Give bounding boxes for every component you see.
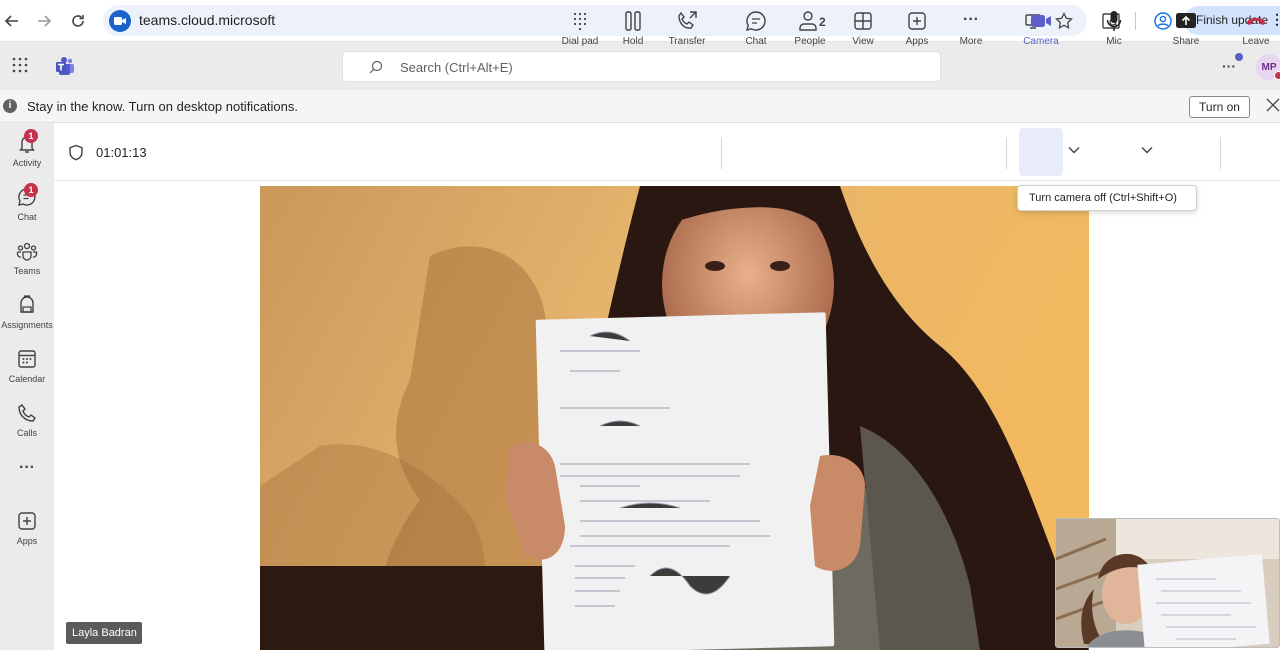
grid-view-icon [852, 10, 874, 32]
rail-item-label: Apps [16, 536, 38, 546]
hold-button[interactable]: Hold [616, 8, 650, 52]
people-count: 2 [819, 15, 826, 29]
notification-dot [1235, 53, 1243, 61]
url-text: teams.cloud.microsoft [139, 12, 276, 28]
forward-icon[interactable] [32, 9, 56, 33]
activity-badge: 1 [24, 129, 38, 143]
turn-on-button[interactable]: Turn on [1189, 96, 1250, 118]
rail-item-more[interactable]: ··· [0, 459, 54, 485]
share-button[interactable]: Share [1168, 8, 1204, 52]
rail-item-label: Teams [13, 266, 41, 276]
calendar-icon [15, 347, 39, 371]
presence-status-icon [1274, 71, 1280, 80]
shield-icon [68, 144, 84, 161]
mic-options-chevron-down-icon[interactable] [1141, 146, 1153, 154]
hang-up-icon [1245, 10, 1267, 32]
more-button[interactable]: ··· More [954, 8, 988, 52]
add-apps-icon [15, 509, 39, 533]
search-input[interactable]: Search (Ctrl+Alt+E) [342, 51, 941, 82]
mic-button[interactable]: Mic [1099, 8, 1129, 52]
video-camera-icon [1030, 10, 1052, 32]
chat-icon [745, 10, 767, 32]
transfer-call-icon [676, 10, 698, 32]
rail-item-label: Calls [16, 428, 37, 438]
rail-item-chat[interactable]: 1 Chat [0, 181, 54, 233]
video-frame-image [260, 186, 1089, 650]
rail-item-label: Chat [17, 212, 37, 222]
view-button[interactable]: View [846, 8, 880, 52]
chat-badge: 1 [24, 183, 38, 197]
people-icon [798, 10, 820, 32]
toolbar-divider [1006, 137, 1007, 169]
rail-item-label: Calendar [8, 374, 46, 384]
more-icon: ··· [963, 11, 979, 28]
rail-item-label: Activity [12, 158, 42, 168]
chat-button[interactable]: Chat [739, 8, 773, 52]
microphone-icon [1103, 10, 1125, 32]
rail-item-teams[interactable]: Teams [0, 235, 54, 287]
search-icon [369, 60, 383, 74]
camera-active-highlight [1019, 128, 1063, 176]
camera-button[interactable]: Camera [1021, 8, 1061, 52]
back-icon[interactable] [0, 9, 24, 33]
toolbar-divider [1135, 12, 1136, 30]
transfer-button[interactable]: Transfer [666, 8, 708, 52]
teams-site-icon [109, 10, 131, 32]
toolbar-divider [1220, 137, 1221, 169]
close-icon[interactable] [1266, 98, 1280, 112]
teams-logo-icon [55, 56, 75, 76]
apps-button[interactable]: Apps [900, 8, 934, 52]
phone-icon [15, 401, 39, 425]
rail-item-calendar[interactable]: Calendar [0, 343, 54, 395]
app-rail: 1 Activity 1 Chat Teams Assignments Cale… [0, 123, 54, 650]
rail-item-apps[interactable]: Apps [0, 505, 54, 557]
call-timer: 01:01:13 [96, 145, 147, 160]
camera-tooltip: Turn camera off (Ctrl+Shift+O) [1017, 185, 1197, 211]
pause-icon [622, 10, 644, 32]
share-screen-icon [1175, 10, 1197, 32]
self-video-image [1056, 519, 1279, 647]
self-view-video[interactable] [1055, 518, 1280, 648]
app-launcher-icon[interactable] [12, 57, 28, 73]
rail-item-label: Assignments [1, 320, 53, 330]
more-options-icon[interactable]: ··· [1222, 58, 1236, 74]
camera-options-chevron-down-icon[interactable] [1068, 146, 1080, 154]
info-icon: i [3, 99, 17, 113]
call-toolbar: 01:01:13 [54, 123, 1280, 181]
rail-item-calls[interactable]: Calls [0, 397, 54, 449]
people-button[interactable]: 2 People [790, 8, 830, 52]
rail-item-assignments[interactable]: Assignments [0, 289, 54, 341]
notification-banner: i Stay in the know. Turn on desktop noti… [0, 90, 1280, 123]
participant-name-tag: Layla Badran [66, 622, 142, 644]
add-icon [906, 10, 928, 32]
dialpad-button[interactable]: Dial pad [559, 8, 601, 52]
more-icon: ··· [19, 459, 35, 476]
participant-video[interactable] [260, 186, 1089, 650]
backpack-icon [15, 293, 39, 317]
dialpad-icon [569, 10, 591, 32]
reload-icon[interactable] [66, 9, 90, 33]
search-placeholder: Search (Ctrl+Alt+E) [400, 60, 513, 75]
toolbar-divider [721, 137, 722, 169]
rail-item-activity[interactable]: 1 Activity [0, 127, 54, 179]
teams-icon [15, 239, 39, 263]
notification-message: Stay in the know. Turn on desktop notifi… [27, 99, 298, 114]
leave-button[interactable]: Leave [1238, 8, 1274, 52]
